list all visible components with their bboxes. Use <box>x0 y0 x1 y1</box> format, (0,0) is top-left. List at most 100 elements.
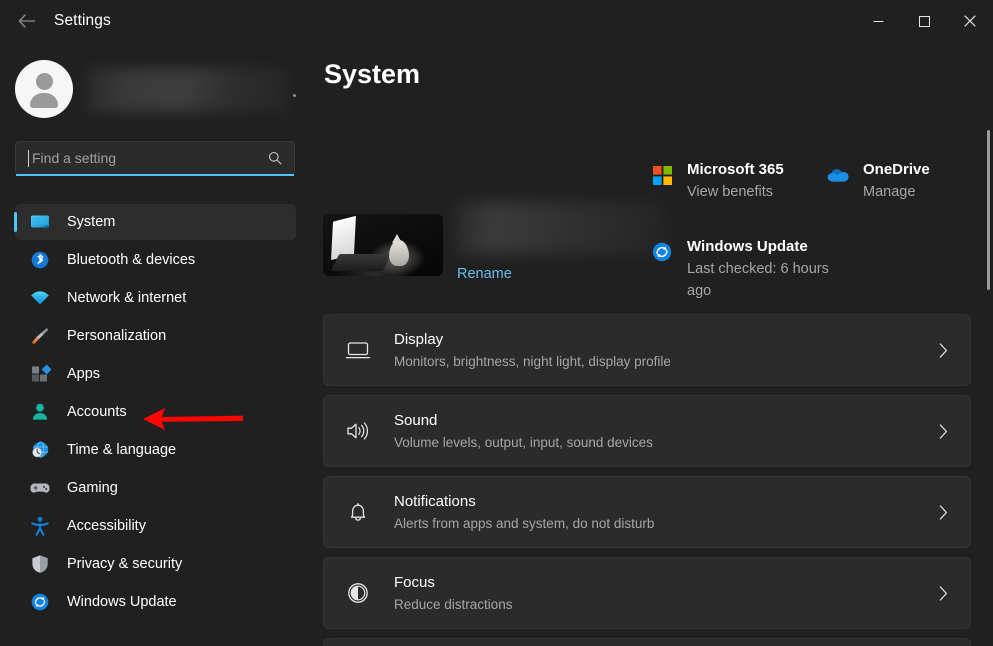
onedrive-cloud-icon <box>826 163 850 187</box>
scrollbar-thumb[interactable] <box>987 130 990 290</box>
bluetooth-icon <box>28 248 52 272</box>
bell-icon <box>344 498 372 526</box>
sidebar-item-personalization[interactable]: Personalization <box>15 318 296 354</box>
search-placeholder: Find a setting <box>32 150 117 166</box>
sidebar-nav: System Bluetooth & devices Network & int… <box>0 202 320 622</box>
settings-card-partial-next[interactable] <box>323 638 971 646</box>
title-bar: Settings <box>0 0 993 42</box>
card-title: Sound <box>394 411 438 429</box>
account-name-redacted <box>87 65 305 113</box>
sidebar-item-bluetooth-devices[interactable]: Bluetooth & devices <box>15 242 296 278</box>
minimize-icon <box>873 16 884 27</box>
settings-window: Settings Find a setting System Bluetooth… <box>0 0 993 646</box>
close-button[interactable] <box>947 0 993 42</box>
quick-link-subtitle: Manage <box>863 184 916 200</box>
quick-link-subtitle: Last checked: 6 hours ago <box>687 261 829 299</box>
quick-links: Microsoft 365 View benefits OneDrive Man… <box>650 160 990 302</box>
chevron-right-icon[interactable] <box>939 342 948 358</box>
sidebar-item-label: Bluetooth & devices <box>67 252 196 268</box>
sidebar-item-time-language[interactable]: Time & language <box>15 432 296 468</box>
gamepad-icon <box>28 476 52 500</box>
card-subtitle: Monitors, brightness, night light, displ… <box>394 353 671 369</box>
sidebar-item-label: System <box>67 214 116 230</box>
chevron-right-icon[interactable] <box>939 585 948 601</box>
sidebar-item-accessibility[interactable]: Accessibility <box>15 508 296 544</box>
card-title: Display <box>394 330 444 348</box>
quick-link-windows-update[interactable]: Windows Update Last checked: 6 hours ago <box>650 237 847 302</box>
settings-card-display[interactable]: Display Monitors, brightness, night ligh… <box>323 314 971 386</box>
chevron-right-icon[interactable] <box>939 504 948 520</box>
app-title: Settings <box>54 12 111 29</box>
quick-link-title: Windows Update <box>687 238 808 255</box>
sidebar: Find a setting System Bluetooth & device… <box>0 42 320 646</box>
close-icon <box>964 15 976 27</box>
settings-card-focus[interactable]: Focus Reduce distractions <box>323 557 971 629</box>
scrollbar-track[interactable] <box>987 130 990 646</box>
shield-icon <box>28 552 52 576</box>
window-controls <box>855 0 993 42</box>
minimize-button[interactable] <box>855 0 901 42</box>
sidebar-item-label: Accessibility <box>67 518 146 534</box>
person-icon <box>28 400 52 424</box>
quick-links-row-bottom: Windows Update Last checked: 6 hours ago <box>650 237 990 302</box>
card-subtitle: Reduce distractions <box>394 596 513 612</box>
sidebar-item-privacy-security[interactable]: Privacy & security <box>15 546 296 582</box>
sidebar-item-accounts[interactable]: Accounts <box>15 394 296 430</box>
sidebar-item-system[interactable]: System <box>14 204 296 240</box>
device-name-redacted <box>456 202 666 254</box>
quick-link-onedrive[interactable]: OneDrive Manage <box>826 160 930 203</box>
search-input[interactable]: Find a setting <box>15 141 295 175</box>
sidebar-item-gaming[interactable]: Gaming <box>15 470 296 506</box>
settings-card-notifications[interactable]: Notifications Alerts from apps and syste… <box>323 476 971 548</box>
person-avatar-icon <box>35 73 53 90</box>
card-title: Notifications <box>394 492 476 510</box>
sidebar-item-label: Personalization <box>67 328 167 344</box>
focus-moon-icon <box>344 579 372 607</box>
chevron-right-icon[interactable] <box>939 423 948 439</box>
sidebar-item-label: Network & internet <box>67 290 187 306</box>
sidebar-item-apps[interactable]: Apps <box>15 356 296 392</box>
paintbrush-icon <box>28 324 52 348</box>
text-caret <box>28 149 29 167</box>
sidebar-item-label: Time & language <box>67 442 177 458</box>
quick-links-row-top: Microsoft 365 View benefits OneDrive Man… <box>650 160 990 203</box>
main-content: System Rename Microsoft 365 View benefit… <box>320 42 993 646</box>
page-title: System <box>324 59 421 89</box>
display-monitor-icon <box>344 336 372 364</box>
back-arrow-icon <box>18 14 35 28</box>
account-profile[interactable] <box>15 59 305 119</box>
rename-button[interactable]: Rename <box>457 266 512 282</box>
settings-card-sound[interactable]: Sound Volume levels, output, input, soun… <box>323 395 971 467</box>
sidebar-item-network-internet[interactable]: Network & internet <box>15 280 296 316</box>
quick-link-title: Microsoft 365 <box>687 161 784 178</box>
card-subtitle: Volume levels, output, input, sound devi… <box>394 434 653 450</box>
search-icon[interactable] <box>268 151 282 165</box>
monitor-icon <box>28 210 52 234</box>
quick-link-title: OneDrive <box>863 161 930 178</box>
maximize-button[interactable] <box>901 0 947 42</box>
wifi-icon <box>28 286 52 310</box>
selection-accent-bar <box>14 212 17 232</box>
search-focus-underline <box>16 174 294 176</box>
sidebar-item-label: Accounts <box>67 404 127 420</box>
quick-link-subtitle: View benefits <box>687 184 773 200</box>
sidebar-item-windows-update[interactable]: Windows Update <box>15 584 296 620</box>
sidebar-item-label: Gaming <box>67 480 118 496</box>
speaker-icon <box>344 417 372 445</box>
sidebar-item-label: Apps <box>67 366 101 382</box>
clock-globe-icon <box>28 438 52 462</box>
accessibility-icon <box>28 514 52 538</box>
apps-icon <box>28 362 52 386</box>
windows-update-icon <box>650 240 674 264</box>
card-subtitle: Alerts from apps and system, do not dist… <box>394 515 655 531</box>
update-icon <box>28 590 52 614</box>
avatar <box>15 60 73 118</box>
device-wallpaper-thumbnail <box>323 214 443 276</box>
back-button[interactable] <box>8 5 44 37</box>
sidebar-item-label: Privacy & security <box>67 556 183 572</box>
settings-cards: Display Monitors, brightness, night ligh… <box>323 314 971 646</box>
microsoft-logo-icon <box>650 163 674 187</box>
sidebar-item-label: Windows Update <box>67 594 177 610</box>
quick-link-microsoft-365[interactable]: Microsoft 365 View benefits <box>650 160 826 203</box>
maximize-icon <box>918 15 930 27</box>
